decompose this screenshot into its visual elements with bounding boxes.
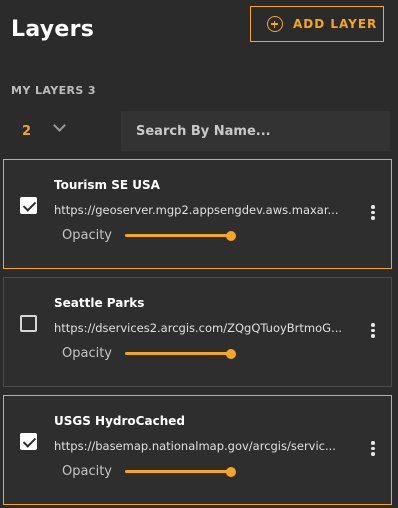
layer-visibility-checkbox[interactable]	[20, 433, 37, 450]
layer-card[interactable]: USGS HydroCached https://basemap.nationa…	[3, 395, 392, 505]
more-options-icon[interactable]	[368, 440, 378, 458]
more-options-icon[interactable]	[368, 322, 378, 340]
opacity-label: Opacity	[62, 346, 113, 361]
add-layer-button[interactable]: ADD LAYER	[250, 6, 384, 42]
opacity-slider[interactable]	[125, 231, 236, 241]
layer-url: https://dservices2.arcgis.com/ZQgQTuoyBr…	[54, 321, 343, 335]
opacity-slider-track	[125, 234, 231, 237]
add-layer-label: ADD LAYER	[293, 17, 378, 31]
more-options-icon[interactable]	[368, 204, 378, 222]
opacity-slider-thumb[interactable]	[226, 231, 236, 241]
layer-name: Seattle Parks	[54, 296, 145, 310]
layer-url: https://basemap.nationalmap.gov/arcgis/s…	[54, 439, 336, 453]
opacity-slider[interactable]	[125, 467, 236, 477]
selected-count: 2	[22, 124, 32, 139]
layer-url: https://geoserver.mgp2.appsengdev.aws.ma…	[54, 203, 339, 217]
layer-visibility-checkbox[interactable]	[20, 315, 37, 332]
opacity-slider[interactable]	[125, 349, 236, 359]
panel-header: Layers ADD LAYER	[0, 0, 398, 62]
search-input[interactable]	[121, 111, 390, 151]
opacity-slider-thumb[interactable]	[226, 467, 236, 477]
opacity-slider-thumb[interactable]	[226, 349, 236, 359]
layer-name: Tourism SE USA	[54, 178, 160, 192]
layer-name: USGS HydroCached	[54, 414, 185, 428]
opacity-slider-track	[125, 352, 231, 355]
page-title: Layers	[11, 17, 95, 42]
opacity-label: Opacity	[62, 464, 113, 479]
layer-card[interactable]: Seattle Parks https://dservices2.arcgis.…	[3, 277, 392, 387]
plus-circle-icon	[267, 16, 283, 32]
layer-card[interactable]: Tourism SE USA https://geoserver.mgp2.ap…	[3, 159, 392, 269]
my-layers-label: MY LAYERS 3	[11, 84, 96, 97]
layer-visibility-checkbox[interactable]	[20, 197, 37, 214]
opacity-label: Opacity	[62, 228, 113, 243]
chevron-down-icon[interactable]	[53, 121, 67, 133]
opacity-slider-track	[125, 470, 231, 473]
